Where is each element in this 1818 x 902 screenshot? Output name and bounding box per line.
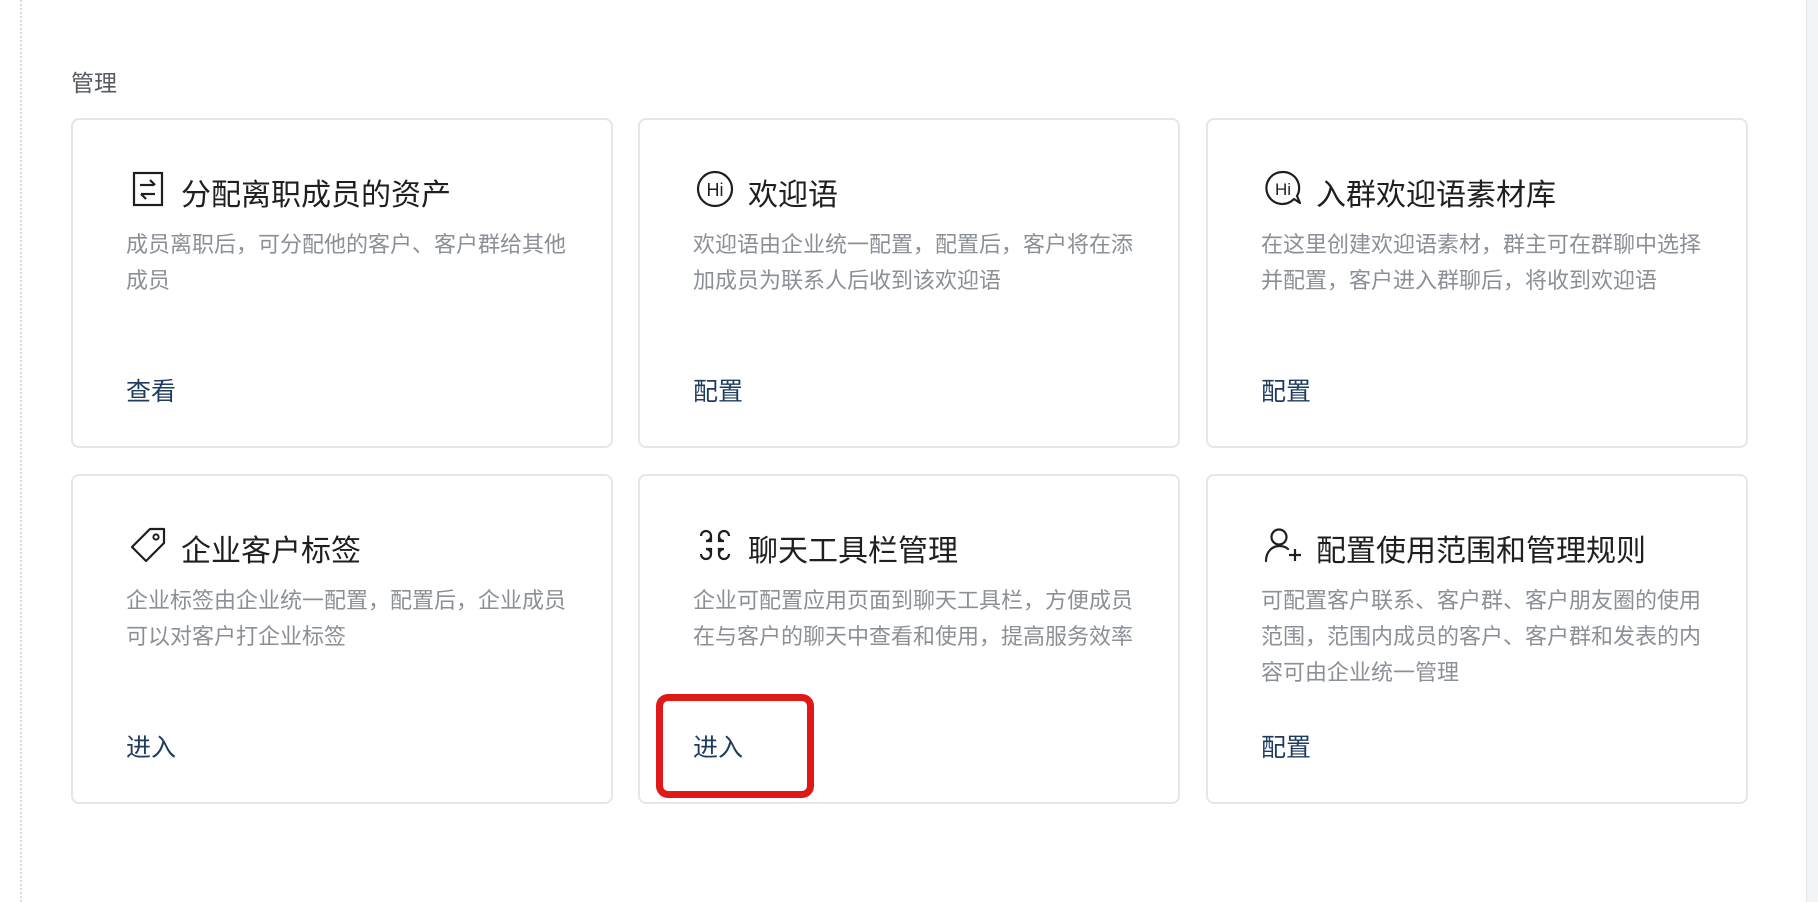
view-link[interactable]: 查看 — [126, 372, 176, 408]
tag-icon — [128, 525, 168, 565]
enter-link[interactable]: 进入 — [126, 728, 176, 764]
right-edge-scrollbar[interactable] — [1806, 0, 1818, 902]
configure-link[interactable]: 配置 — [1261, 372, 1311, 408]
user-add-icon — [1263, 525, 1303, 565]
card-title: 企业客户标签 — [181, 534, 361, 569]
configure-link[interactable]: 配置 — [693, 372, 743, 408]
card-description: 可配置客户联系、客户群、客户朋友圈的使用范围，范围内成员的客户、客户群和发表的内… — [1261, 589, 1702, 686]
card-title: 欢迎语 — [748, 178, 838, 213]
card-description: 成员离职后，可分配他的客户、客户群给其他成员 — [126, 233, 567, 294]
card-description: 企业标签由企业统一配置，配置后，企业成员可以对客户打企业标签 — [126, 589, 567, 650]
card-title: 聊天工具栏管理 — [748, 534, 958, 569]
card-group-welcome-library: Hi 入群欢迎语素材库 在这里创建欢迎语素材，群主可在群聊中选择并配置，客户进入… — [1206, 118, 1748, 448]
card-usage-scope-rules: 配置使用范围和管理规则 可配置客户联系、客户群、客户朋友圈的使用范围，范围内成员… — [1206, 474, 1748, 804]
left-dotted-divider — [20, 0, 22, 902]
configure-link[interactable]: 配置 — [1261, 728, 1311, 764]
card-description: 欢迎语由企业统一配置，配置后，客户将在添加成员为联系人后收到该欢迎语 — [693, 233, 1134, 294]
svg-text:Hi: Hi — [1275, 180, 1291, 199]
hi-greeting-icon: Hi — [695, 169, 735, 209]
card-enterprise-customer-tags: 企业客户标签 企业标签由企业统一配置，配置后，企业成员可以对客户打企业标签 进入 — [71, 474, 613, 804]
card-description: 在这里创建欢迎语素材，群主可在群聊中选择并配置，客户进入群聊后，将收到欢迎语 — [1261, 233, 1702, 294]
card-description: 企业可配置应用页面到聊天工具栏，方便成员在与客户的聊天中查看和使用，提高服务效率 — [693, 589, 1134, 650]
hi-group-chat-icon: Hi — [1263, 169, 1303, 209]
card-title: 配置使用范围和管理规则 — [1316, 534, 1646, 569]
document-transfer-icon — [128, 169, 168, 209]
card-title: 分配离职成员的资产 — [181, 178, 451, 213]
section-title: 管理 — [71, 71, 117, 97]
card-title: 入群欢迎语素材库 — [1316, 178, 1556, 213]
card-assign-departed-assets: 分配离职成员的资产 成员离职后，可分配他的客户、客户群给其他成员 查看 — [71, 118, 613, 448]
toolbar-grid-icon — [695, 525, 735, 565]
highlight-annotation-box — [656, 694, 814, 798]
card-welcome-message: Hi 欢迎语 欢迎语由企业统一配置，配置后，客户将在添加成员为联系人后收到该欢迎… — [638, 118, 1180, 448]
svg-text:Hi: Hi — [707, 180, 724, 200]
